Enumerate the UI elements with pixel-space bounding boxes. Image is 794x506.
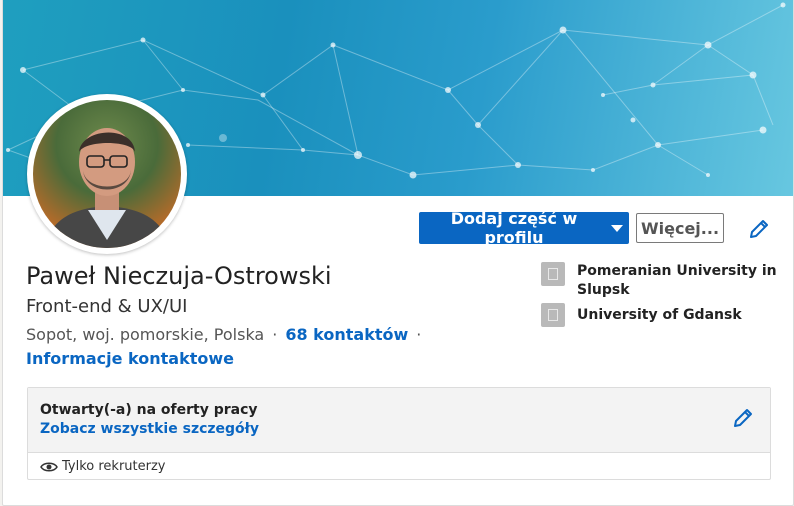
open-to-work-title: Otwarty(-a) na oferty pracy [40,402,258,418]
edit-open-to-work-pencil-icon[interactable] [731,406,755,430]
add-profile-section-button[interactable]: Dodaj część w profilu [419,209,629,247]
contact-info-link[interactable]: Informacje kontaktowe [26,349,234,368]
education-item[interactable]: University of Gdansk [541,303,781,327]
education-item[interactable]: Pomeranian University in Slupsk [541,262,781,300]
separator-dot: · [272,325,278,344]
location-text: Sopot, woj. pomorskie, Polska [26,325,265,344]
location-line: Sopot, woj. pomorskie, Polska · 68 kontakt… [26,325,429,344]
profile-avatar[interactable] [27,94,187,254]
eye-icon [40,462,58,471]
education-name: Pomeranian University in Slupsk [577,263,777,298]
add-profile-section-label: Dodaj część w profilu [450,209,578,247]
open-to-work-header: Otwarty(-a) na oferty pracy Zobacz wszys… [28,388,770,453]
open-to-work-footer: Tylko rekruterzy [28,453,770,481]
visibility-indicator: Tylko rekruterzy [40,459,166,474]
visibility-text: Tylko rekruterzy [62,459,166,474]
see-all-details-link[interactable]: Zobacz wszystkie szczegóły [40,421,259,437]
building-icon [541,262,565,286]
school-icon [541,303,565,327]
profile-name: Paweł Nieczuja-Ostrowski [26,262,332,290]
open-to-work-box: Otwarty(-a) na oferty pracy Zobacz wszys… [27,387,771,480]
caret-down-icon [611,224,623,232]
edit-intro-pencil-icon[interactable] [747,217,771,241]
profile-card: Dodaj część w profilu Więcej... Paweł Ni… [2,0,794,506]
more-button[interactable]: Więcej... [636,213,724,243]
profile-headline: Front-end & UX/UI [26,296,188,317]
avatar-photo [33,100,181,248]
education-name: University of Gdansk [577,307,742,323]
separator-dot: · [416,325,422,344]
connections-link[interactable]: 68 kontaktów [285,325,408,344]
